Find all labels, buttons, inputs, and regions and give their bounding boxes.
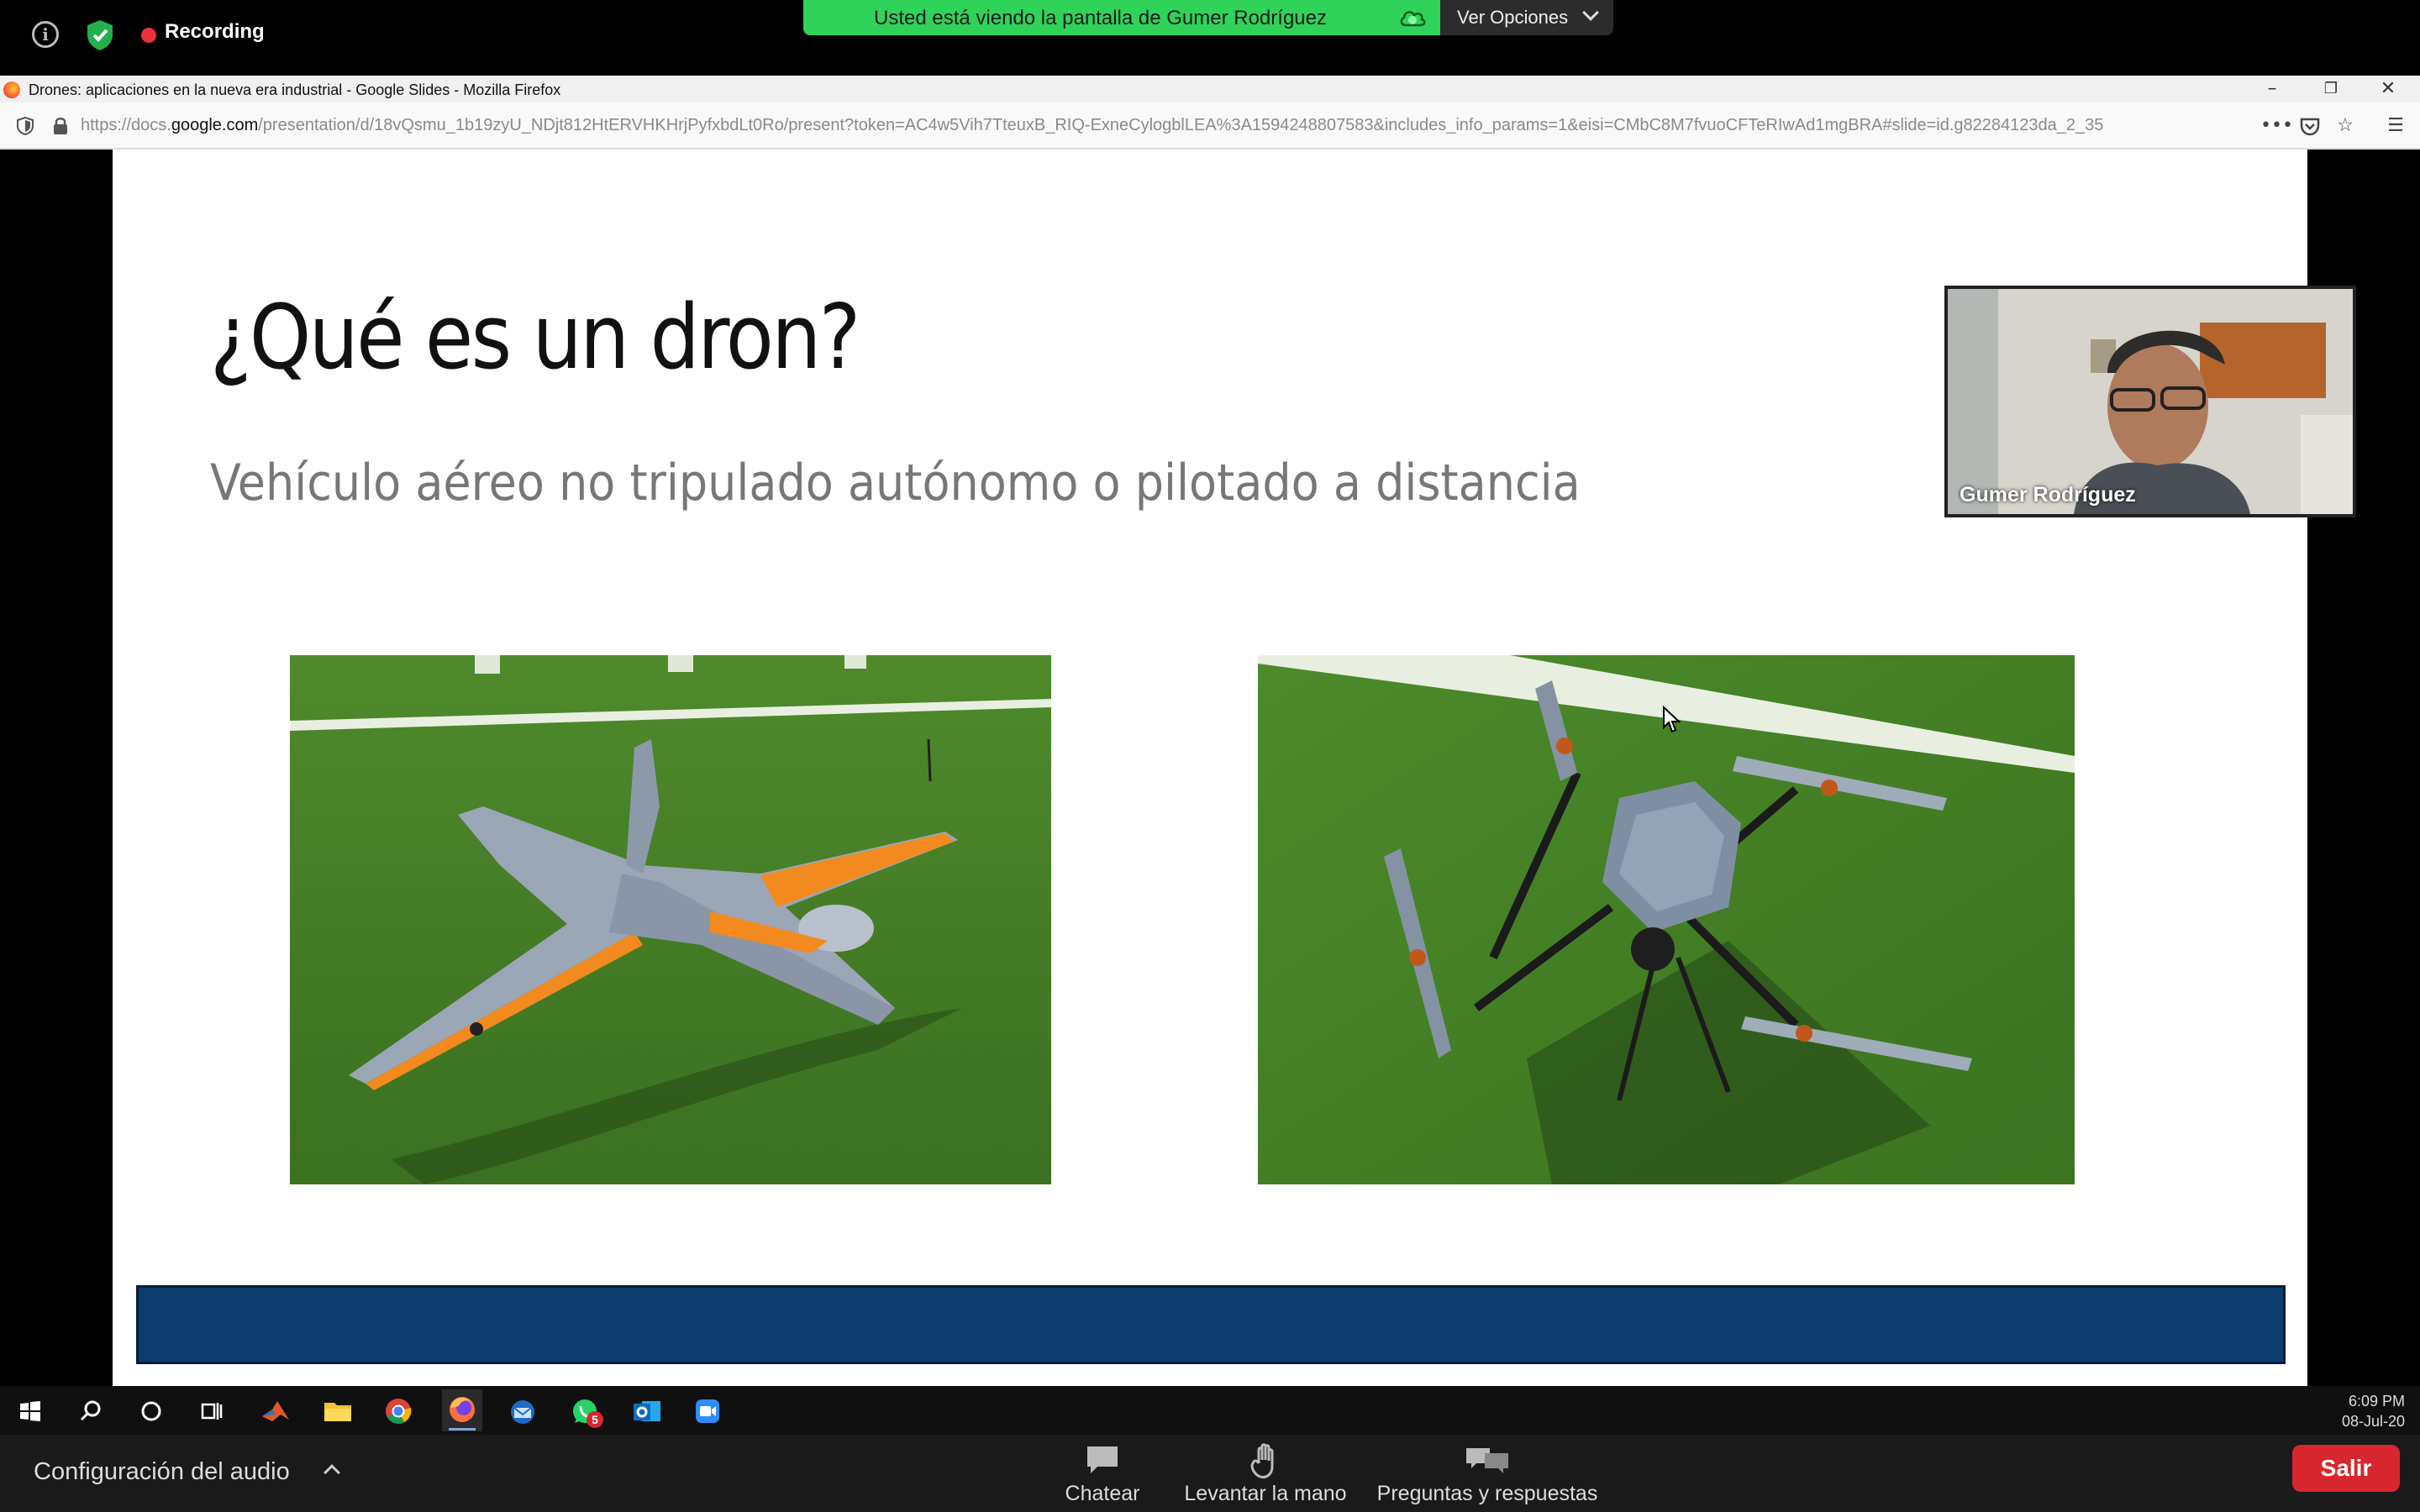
recording-label[interactable]: Recording — [165, 20, 265, 44]
minimize-icon[interactable]: – — [2247, 77, 2297, 101]
cortana-icon[interactable] — [133, 1393, 170, 1430]
window-title: Drones: aplicaciones en la nueva era ind… — [29, 81, 561, 98]
lock-icon[interactable] — [52, 116, 69, 136]
mouse-cursor-icon — [1663, 706, 1681, 733]
file-explorer-icon[interactable] — [319, 1393, 356, 1430]
address-field[interactable]: https://docs.google.com/presentation/d/1… — [81, 116, 2156, 135]
firefox-logo-icon — [3, 81, 20, 98]
zoom-top-bar: i Recording Usted está viendo la pantall… — [0, 0, 2420, 74]
firefox-icon[interactable] — [442, 1389, 482, 1431]
presenter-name: Gumer Rodríguez — [1960, 483, 2136, 507]
raise-hand-icon — [1250, 1443, 1274, 1478]
presenter-video[interactable]: Gumer Rodríguez — [1944, 286, 2356, 517]
raise-hand-button[interactable]: Levantar la mano — [1176, 1435, 1355, 1512]
presenter-video-frame — [1948, 289, 2353, 514]
raise-hand-label: Levantar la mano — [1184, 1482, 1347, 1505]
info-icon[interactable]: i — [32, 21, 59, 48]
audio-settings-button[interactable]: Configuración del audio — [34, 1458, 290, 1486]
slide-subtitle: Vehículo aéreo no tripulado autónomo o p… — [210, 454, 1581, 512]
restore-icon[interactable]: ❐ — [2306, 77, 2356, 101]
whatsapp-badge: 5 — [587, 1411, 603, 1428]
outlook-icon[interactable] — [629, 1393, 666, 1430]
view-options-button[interactable]: Ver Opciones — [1440, 0, 1613, 35]
browser-url-bar: https://docs.google.com/presentation/d/1… — [0, 102, 2420, 150]
page-actions-icon[interactable]: ••• — [2260, 116, 2293, 136]
cloud-icon — [1400, 11, 1426, 27]
windows-taskbar: 5 6:09 PM 08-Jul-20 — [0, 1386, 2420, 1435]
thunderbird-icon[interactable] — [504, 1393, 541, 1430]
quadcopter-drone-image — [1258, 655, 2075, 1184]
system-clock[interactable]: 6:09 PM 08-Jul-20 — [2342, 1391, 2405, 1431]
clock-date: 08-Jul-20 — [2341, 1413, 2405, 1430]
url-domain: google.com — [171, 116, 259, 134]
encryption-shield-icon[interactable] — [86, 19, 114, 51]
chat-button[interactable]: Chatear — [1050, 1435, 1155, 1512]
browser-titlebar: Drones: aplicaciones en la nueva era ind… — [0, 76, 2420, 102]
matlab-icon[interactable] — [257, 1393, 294, 1430]
task-view-icon[interactable] — [193, 1393, 230, 1430]
url-path: /presentation/d/18vQsmu_1b19zyU_NDjt812H… — [258, 116, 2104, 134]
share-banner-text: Usted está viendo la pantalla de Gumer R… — [874, 7, 1327, 29]
qa-button[interactable]: Preguntas y respuestas — [1371, 1435, 1603, 1512]
qa-bubbles-icon — [1466, 1448, 1508, 1473]
search-icon[interactable] — [72, 1393, 109, 1430]
slide-footer-bar — [136, 1285, 2286, 1364]
clock-time: 6:09 PM — [2348, 1393, 2405, 1410]
bookmark-star-icon[interactable]: ☆ — [2334, 116, 2356, 136]
presentation-area: ¿Qué es un dron? Vehículo aéreo no tripu… — [0, 150, 2420, 1386]
caret-up-icon[interactable] — [324, 1464, 340, 1481]
screen-share-banner: Usted está viendo la pantalla de Gumer R… — [803, 0, 1440, 35]
zoom-icon[interactable] — [689, 1393, 726, 1430]
whatsapp-icon[interactable]: 5 — [566, 1393, 603, 1430]
pocket-icon[interactable] — [2299, 116, 2321, 136]
leave-button[interactable]: Salir — [2292, 1445, 2400, 1492]
chrome-icon[interactable] — [380, 1393, 417, 1430]
zoom-control-bar: Configuración del audio Chatear Levantar… — [0, 1435, 2420, 1512]
windows-start-icon[interactable] — [12, 1393, 49, 1430]
close-icon[interactable]: ✕ — [2363, 77, 2413, 101]
chat-bubble-icon — [1087, 1446, 1118, 1473]
fixed-wing-drone-image — [290, 655, 1051, 1184]
hamburger-menu-icon[interactable]: ☰ — [2385, 116, 2407, 136]
chevron-down-icon — [1582, 4, 1599, 21]
slide-title: ¿Qué es un dron? — [210, 286, 860, 389]
url-prefix: https://docs. — [81, 116, 171, 134]
tracking-shield-icon[interactable] — [17, 117, 34, 135]
screen: i Recording Usted está viendo la pantall… — [0, 0, 2420, 1512]
qa-button-label: Preguntas y respuestas — [1376, 1482, 1598, 1505]
recording-dot-icon — [141, 28, 156, 43]
view-options-label: Ver Opciones — [1457, 7, 1569, 28]
chat-button-label: Chatear — [1065, 1482, 1140, 1505]
